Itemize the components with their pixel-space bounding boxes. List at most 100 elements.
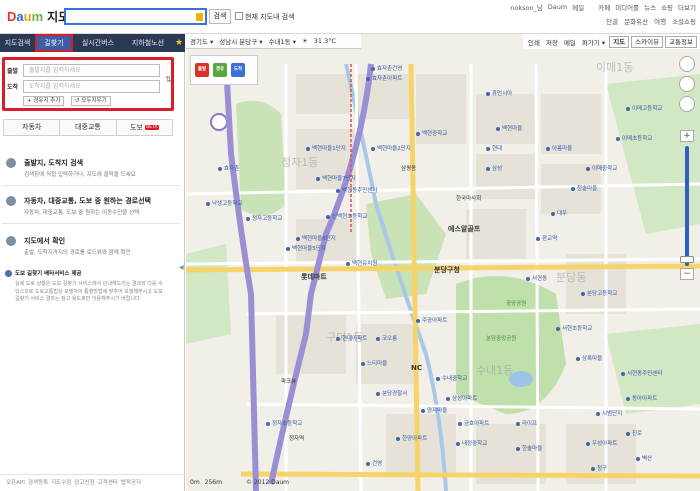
map-label[interactable]: 서현동: [526, 274, 547, 282]
start-flag-icon[interactable]: 출발: [195, 63, 209, 77]
map-label[interactable]: 삼성아파트: [446, 394, 477, 402]
footer-link[interactable]: 검색등록: [28, 475, 48, 491]
map-label[interactable]: 대우: [551, 209, 567, 217]
zoom-out-button[interactable]: −: [680, 268, 694, 280]
map-label[interactable]: NC: [411, 364, 422, 372]
daum-logo[interactable]: Da u m 지도: [7, 8, 69, 24]
map-label[interactable]: 백현마을7단지: [316, 174, 356, 182]
mail-button[interactable]: 메일: [562, 37, 578, 47]
map-label[interactable]: 삼평동: [401, 164, 416, 172]
map-label[interactable]: 청솔마을: [571, 184, 597, 192]
map-canvas[interactable]: [186, 34, 700, 491]
footer-link[interactable]: 오픈API: [6, 475, 25, 491]
map-label[interactable]: 이매중학교: [586, 164, 617, 172]
dong-dropdown[interactable]: 수내1동 ▾: [269, 36, 296, 46]
zoom-slider-track[interactable]: [685, 146, 689, 266]
map-type-traffic[interactable]: 교통정보: [665, 35, 697, 48]
map-label[interactable]: 백현마을6단지: [296, 234, 336, 242]
user-link[interactable]: 미디어를: [615, 2, 639, 12]
user-link[interactable]: Daum: [548, 3, 567, 11]
map-label[interactable]: 코오롱: [376, 334, 397, 342]
map-label[interactable]: 정자초등학교: [266, 419, 302, 427]
map-label[interactable]: 신백현초등학교: [326, 212, 367, 220]
save-button[interactable]: 저장: [544, 37, 560, 47]
zoom-slider-knob[interactable]: [680, 256, 694, 263]
map-label[interactable]: 판교역: [536, 234, 557, 242]
map-type-map[interactable]: 지도: [609, 35, 630, 48]
print-button[interactable]: 인쇄: [526, 37, 542, 47]
map-label[interactable]: 동아아파트: [626, 394, 657, 402]
map-label[interactable]: 효자촌: [218, 164, 239, 172]
map-label[interactable]: 아름마을: [546, 144, 572, 152]
tab-directions[interactable]: 길찾기: [35, 34, 73, 52]
map-label[interactable]: 한국마사회: [456, 194, 481, 202]
share-dropdown[interactable]: 퍼가기 ▾: [580, 37, 607, 47]
search-button[interactable]: 검색: [209, 9, 231, 24]
inmap-search-label[interactable]: 현재 지도내 검색: [245, 12, 295, 22]
district-dropdown[interactable]: 성남시 분당구 ▾: [219, 36, 262, 46]
map-label[interactable]: 현대아파트: [336, 334, 367, 342]
search-suggest-icon[interactable]: [196, 13, 203, 21]
map-label[interactable]: 서현초등학교: [556, 324, 592, 332]
user-link[interactable]: 메일: [572, 2, 584, 12]
map-label[interactable]: 우성아파트: [586, 439, 617, 447]
add-waypoint-button[interactable]: + 경유지 추가: [23, 96, 65, 106]
map-label[interactable]: 정자역: [289, 434, 304, 442]
mode-transit[interactable]: 대중교통: [60, 120, 117, 135]
map-label[interactable]: 내정중학교: [456, 439, 487, 447]
map-label[interactable]: 백현마을1단지: [306, 144, 346, 152]
sub-link[interactable]: 단골: [606, 16, 618, 26]
map-label[interactable]: 한솔마을: [516, 444, 542, 452]
map-label[interactable]: 중앙공원: [506, 299, 526, 307]
map-label[interactable]: 롯데마트: [301, 272, 327, 282]
map-label[interactable]: 분당경찰서: [376, 389, 407, 397]
map-label[interactable]: 라이프: [516, 419, 537, 427]
roadview-icon[interactable]: [679, 96, 695, 112]
footer-link[interactable]: 지도수정: [51, 475, 71, 491]
map-label[interactable]: 백현중학교: [416, 129, 447, 137]
map-label[interactable]: 효자촌건영: [371, 64, 402, 72]
map-label[interactable]: 에스알골프: [448, 224, 480, 234]
map-label[interactable]: 백현유치원: [346, 259, 377, 267]
map-label[interactable]: 건영: [366, 459, 382, 467]
map-label[interactable]: 한양아파트: [396, 434, 427, 442]
map-label[interactable]: 분당구청: [434, 265, 460, 275]
zoom-in-button[interactable]: +: [680, 130, 694, 142]
map-label[interactable]: 진로: [626, 429, 642, 437]
map-label[interactable]: 수내중학교: [436, 374, 467, 382]
map-label[interactable]: 상록마을: [576, 354, 602, 362]
map-view[interactable]: 이매1동 정자1동 수내1동 구미1동 분당동 분당구청 에스알골프 NC 롯데…: [186, 34, 700, 491]
my-location-icon[interactable]: [679, 76, 695, 92]
tab-map-search[interactable]: 지도검색: [0, 34, 35, 52]
footer-link[interactable]: 광고신청: [74, 475, 94, 491]
sub-link[interactable]: 소셜쇼핑: [672, 16, 696, 26]
province-dropdown[interactable]: 경기도 ▾: [190, 36, 213, 46]
tab-realtime-bus[interactable]: 실시간버스: [73, 34, 123, 52]
map-label[interactable]: 현대: [486, 144, 502, 152]
map-label[interactable]: 정자고등학교: [246, 214, 282, 222]
map-label[interactable]: 이매초등학교: [616, 134, 652, 142]
map-label[interactable]: 효자촌아파트: [366, 74, 402, 82]
user-link[interactable]: 뉴스: [644, 2, 656, 12]
inmap-search-checkbox[interactable]: [235, 12, 243, 20]
footer-link[interactable]: 고객센터: [98, 475, 118, 491]
map-label[interactable]: 벽산: [636, 454, 652, 462]
map-label[interactable]: 시범단지: [596, 409, 622, 417]
map-label[interactable]: 이매고등학교: [626, 104, 662, 112]
map-label[interactable]: 파크뷰: [281, 377, 296, 385]
clear-all-button[interactable]: ↺ 모두지우기: [71, 96, 111, 106]
user-link[interactable]: 카페: [598, 2, 610, 12]
mode-walk[interactable]: 도보 BETA: [116, 120, 172, 135]
user-link[interactable]: nokson_님: [510, 2, 543, 12]
map-label[interactable]: 양지마을: [421, 406, 447, 414]
compass-icon[interactable]: [679, 56, 695, 72]
map-label[interactable]: 백현마을: [496, 124, 522, 132]
map-label[interactable]: 백현마을5단지: [286, 244, 326, 252]
map-label[interactable]: 금호아파트: [458, 419, 489, 427]
end-flag-icon[interactable]: 도착: [231, 63, 245, 77]
map-label[interactable]: 청구: [591, 464, 607, 472]
map-label[interactable]: 백현동주민센터: [336, 186, 377, 194]
map-label[interactable]: 주공아파트: [416, 316, 447, 324]
waypoint-flag-icon[interactable]: 경유: [213, 63, 227, 77]
map-label[interactable]: 삼성: [486, 164, 502, 172]
